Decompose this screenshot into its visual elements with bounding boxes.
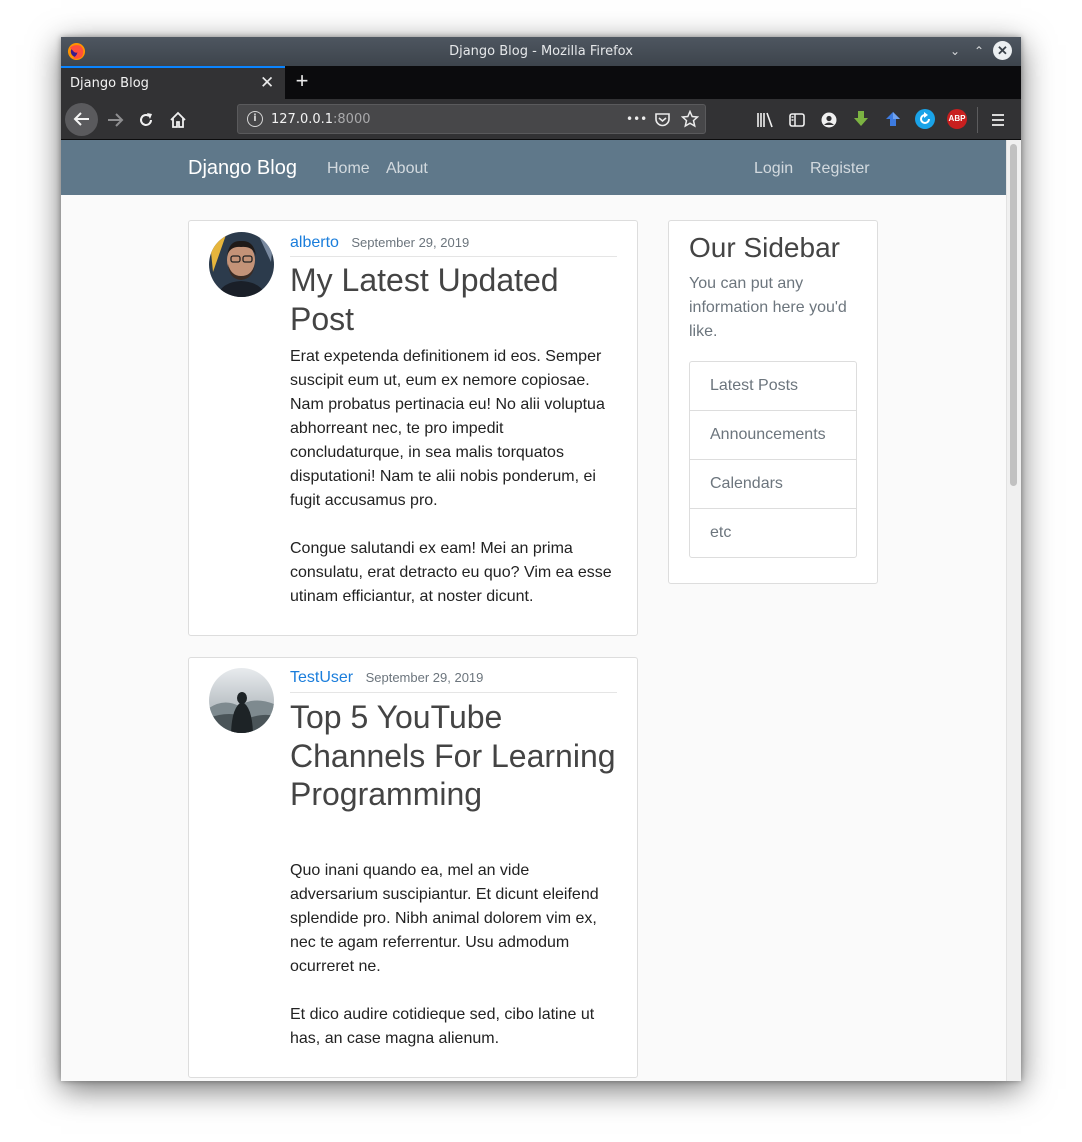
sidebar-description: You can put any information here you'd l…	[689, 275, 847, 340]
sync-icon	[920, 112, 930, 124]
nav-link-about[interactable]: About	[386, 160, 428, 178]
tab-label: Django Blog	[70, 76, 149, 91]
sync-extension-icon[interactable]	[915, 109, 935, 129]
pocket-icon[interactable]	[654, 111, 671, 128]
sidebar-title: Our Sidebar	[689, 232, 840, 263]
site-navbar: Django Blog Home About Login Register	[61, 140, 1006, 195]
url-bar[interactable]: i 127.0.0.1:8000 •••	[237, 104, 706, 134]
post-paragraph: Congue salutandi ex eam! Mei an prima co…	[290, 540, 612, 605]
reload-icon	[140, 113, 152, 126]
post-title[interactable]: My Latest Updated Post	[290, 261, 620, 338]
forward-arrow-icon	[108, 113, 124, 127]
back-button[interactable]	[65, 103, 98, 136]
author-photo	[209, 232, 274, 297]
post-card: TestUser September 29, 2019 Top 5 YouTub…	[188, 657, 638, 1078]
site-info-icon[interactable]: i	[247, 111, 263, 127]
new-tab-button[interactable]: +	[291, 68, 313, 94]
avatar	[209, 668, 274, 733]
upload-extension-icon[interactable]	[884, 110, 902, 128]
tab-strip: Django Blog ✕ +	[61, 66, 1021, 99]
post-meta: alberto September 29, 2019	[290, 234, 617, 257]
page-actions-icon[interactable]: •••	[626, 112, 647, 126]
sidebar: Our Sidebar You can put any information …	[668, 220, 878, 584]
post-date: September 29, 2019	[365, 670, 484, 685]
sidebar-item-latest-posts[interactable]: Latest Posts	[690, 362, 856, 411]
maximize-button[interactable]: ⌃	[969, 41, 989, 61]
library-icon[interactable]	[756, 111, 774, 129]
author-link[interactable]: TestUser	[290, 669, 353, 686]
post-content: Quo inani quando ea, mel an vide adversa…	[290, 859, 620, 1051]
bookmark-star-icon[interactable]	[681, 110, 699, 128]
post-meta: TestUser September 29, 2019	[290, 669, 617, 693]
post-title[interactable]: Top 5 YouTube Channels For Learning Prog…	[290, 698, 620, 814]
site-brand[interactable]: Django Blog	[188, 157, 297, 180]
account-icon[interactable]	[820, 111, 838, 129]
close-window-button[interactable]: ✕	[993, 41, 1012, 60]
url-text: 127.0.0.1:8000	[271, 112, 371, 127]
post-date: September 29, 2019	[351, 235, 470, 250]
tab-close-icon[interactable]: ✕	[260, 73, 274, 93]
post-content: Erat expetenda definitionem id eos. Semp…	[290, 345, 620, 609]
sidebar-item-etc[interactable]: etc	[690, 509, 856, 557]
home-button[interactable]	[165, 107, 191, 133]
nav-link-home[interactable]: Home	[327, 160, 370, 178]
post-paragraph: Quo inani quando ea, mel an vide adversa…	[290, 862, 599, 975]
tab-django-blog[interactable]: Django Blog ✕	[61, 66, 285, 99]
reload-button[interactable]	[133, 107, 159, 133]
forward-button[interactable]	[102, 107, 128, 133]
author-link[interactable]: alberto	[290, 234, 339, 251]
nav-link-login[interactable]: Login	[754, 160, 793, 178]
window-title: Django Blog - Mozilla Firefox	[449, 44, 633, 59]
title-bar: Django Blog - Mozilla Firefox ⌄ ⌃ ✕	[61, 37, 1021, 66]
toolbar-separator	[977, 107, 978, 133]
minimize-button[interactable]: ⌄	[945, 41, 965, 61]
sidebar-item-calendars[interactable]: Calendars	[690, 460, 856, 509]
post-paragraph: Et dico audire cotidieque sed, cibo lati…	[290, 1006, 595, 1047]
post-card: alberto September 29, 2019 My Latest Upd…	[188, 220, 638, 636]
page-viewport: Django Blog Home About Login Register al…	[61, 140, 1006, 1081]
navigation-toolbar: i 127.0.0.1:8000 ••• ABP	[61, 99, 1021, 140]
adblock-extension-icon[interactable]: ABP	[947, 109, 967, 129]
nav-link-register[interactable]: Register	[810, 160, 870, 178]
download-extension-icon[interactable]	[852, 110, 870, 128]
sidebar-item-announcements[interactable]: Announcements	[690, 411, 856, 460]
hamburger-menu-icon[interactable]	[989, 111, 1007, 129]
author-photo	[209, 668, 274, 733]
avatar	[209, 232, 274, 297]
scrollbar-thumb[interactable]	[1010, 144, 1017, 486]
home-icon	[170, 111, 186, 128]
page-scrollbar[interactable]	[1006, 140, 1021, 1081]
sidebar-icon[interactable]	[788, 111, 806, 129]
sidebar-list: Latest Posts Announcements Calendars etc	[689, 361, 857, 558]
post-paragraph: Erat expetenda definitionem id eos. Semp…	[290, 348, 605, 509]
back-arrow-icon	[73, 112, 89, 126]
browser-window: Django Blog - Mozilla Firefox ⌄ ⌃ ✕ Djan…	[61, 37, 1021, 1081]
